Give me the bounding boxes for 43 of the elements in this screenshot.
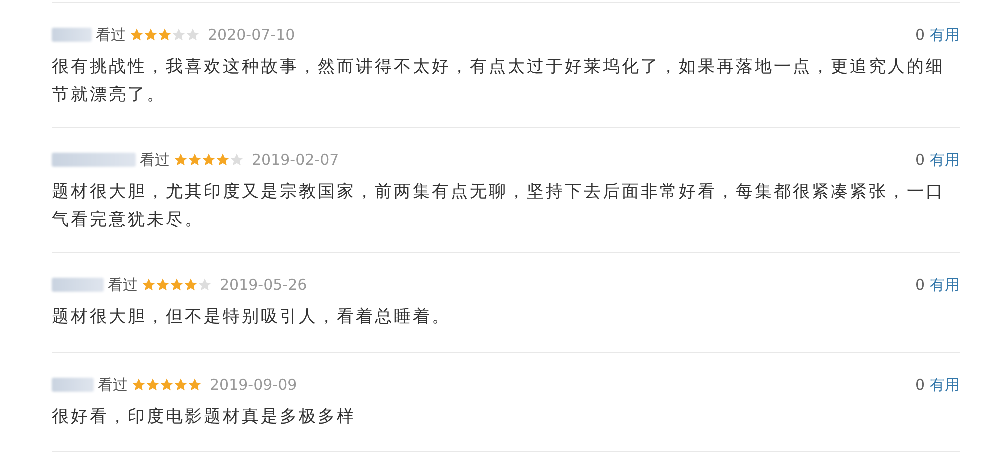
vote-count: 0 (915, 276, 925, 294)
star-icon (158, 28, 172, 42)
star-icon (146, 378, 160, 392)
star-icon (198, 278, 212, 292)
review-date: 2019-02-07 (252, 151, 340, 169)
star-icon (174, 153, 188, 167)
star-icon (130, 28, 144, 42)
star-icon (144, 28, 158, 42)
review-text: 很有挑战性，我喜欢这种故事，然而讲得不太好，有点太过于好莱坞化了，如果再落地一点，更追究人的细节就漂亮了。 (52, 56, 946, 107)
blurred-username (52, 378, 94, 392)
star-icon (172, 28, 186, 42)
review-text: 题材很大胆，但不是特别吸引人，看着总睡着。 (52, 306, 452, 329)
star-icon (160, 378, 174, 392)
watched-label: 看过 (140, 150, 170, 170)
watched-label: 看过 (96, 26, 126, 44)
star-icon (142, 278, 156, 292)
star-icon (230, 153, 244, 167)
vote-count: 0 (915, 26, 925, 44)
star-icon (156, 278, 170, 292)
useful-link[interactable]: 有用 (930, 26, 960, 44)
review-date: 2019-09-09 (210, 376, 298, 394)
review-date: 2020-07-10 (208, 26, 296, 44)
review-text: 题材很大胆，尤其印度又是宗教国家，前两集有点无聊，坚持下去后面非常好看，每集都很紧凑紧张，一口气看完意犹未尽。 (52, 181, 946, 232)
star-icon (188, 378, 202, 392)
watched-label: 看过 (98, 376, 128, 394)
star-icon (174, 378, 188, 392)
useful-link[interactable]: 有用 (930, 276, 960, 294)
star-icon (216, 153, 230, 167)
vote-count: 0 (915, 376, 925, 394)
star-icon (186, 28, 200, 42)
star-icon (188, 153, 202, 167)
star-icon (132, 378, 146, 392)
star-icon (184, 278, 198, 292)
blurred-username (52, 28, 92, 42)
watched-label: 看过 (108, 276, 138, 294)
useful-link[interactable]: 有用 (930, 150, 960, 170)
review-text: 很好看，印度电影题材真是多极多样 (52, 406, 357, 429)
star-icon (170, 278, 184, 292)
vote-count: 0 (915, 150, 925, 170)
useful-link[interactable]: 有用 (930, 376, 960, 394)
blurred-username (52, 278, 104, 292)
star-icon (202, 153, 216, 167)
review-date: 2019-05-26 (220, 276, 308, 294)
